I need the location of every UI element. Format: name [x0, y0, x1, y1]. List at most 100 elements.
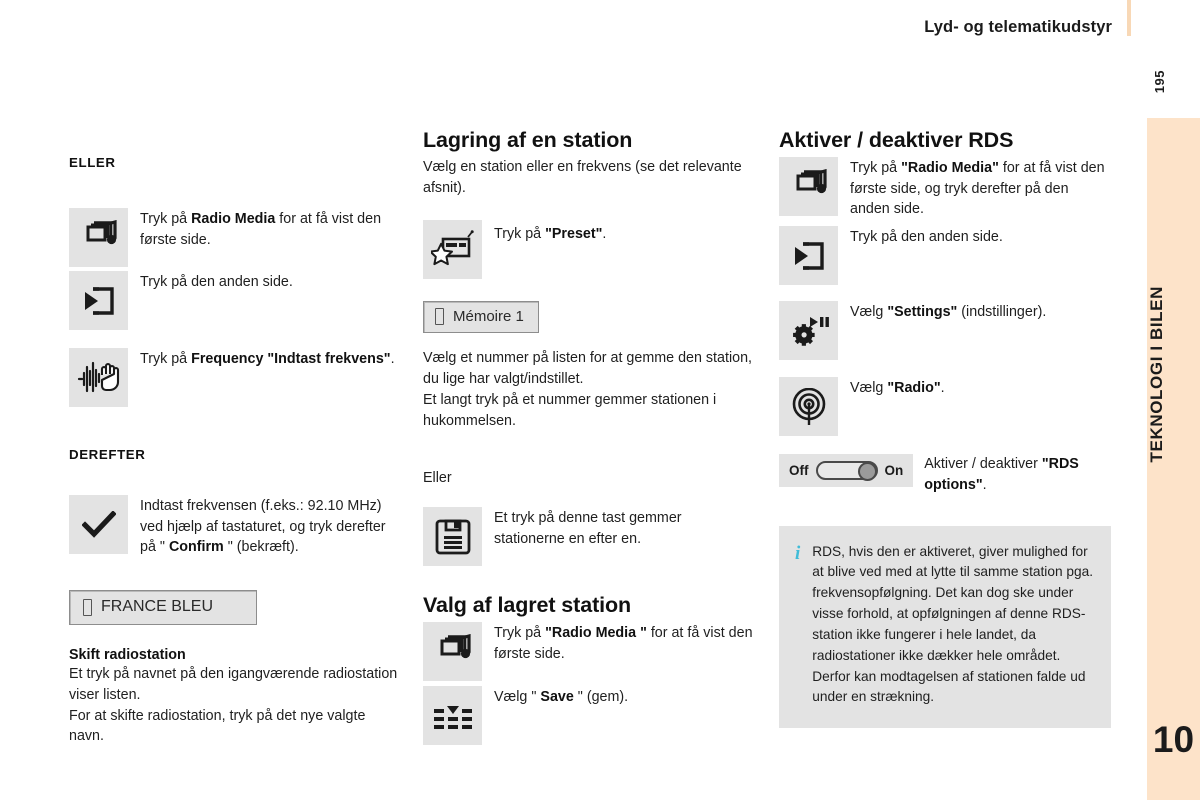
radio-media-icon[interactable] — [69, 208, 128, 267]
list-marker-icon — [435, 308, 444, 326]
settings-gear-icon[interactable] — [779, 301, 838, 361]
text-bold: "Radio" — [887, 380, 941, 397]
text-bold: "Radio Media " — [545, 625, 647, 642]
step-valg-save: Vælg " Save " (gem). — [423, 686, 753, 746]
text-bold: Radio Media — [191, 211, 276, 227]
step-confirm-text: Indtast frekvensen (f.eks.: 92.10 MHz) v… — [140, 495, 399, 558]
list-marker-icon — [83, 598, 92, 616]
radio-antenna-icon[interactable] — [779, 377, 838, 437]
text-suffix: . — [982, 476, 987, 493]
step-valg-save-text: Vælg " Save " (gem). — [494, 686, 628, 708]
section-lead-lagring: Vælg en station eller en frekvens (se de… — [423, 159, 742, 196]
step-rds-radio-media: Tryk på "Radio Media" for at få vist den… — [779, 157, 1111, 220]
toggle-knob[interactable] — [857, 462, 877, 482]
kicker-derefter: DEREFTER — [69, 447, 146, 462]
step-rds-other-side-text: Tryk på den anden side. — [850, 226, 1003, 248]
column-right: Aktiver / deaktiver RDS Tryk på "Radio M… — [779, 128, 1111, 729]
step-other-side-text: Tryk på den anden side. — [140, 271, 293, 293]
text-prefix: Vælg — [850, 380, 888, 397]
step-valg-radio-media: Tryk på "Radio Media " for at få vist de… — [423, 622, 753, 682]
step-rds-toggle: Off On Aktiver / deaktiver "RDS options"… — [779, 454, 1111, 495]
chapter-side-tab-label: TEKNOLOGI I BILEN — [1147, 286, 1166, 463]
manual-page: Lyd- og telematikudstyr 195 TEKNOLOGI I … — [0, 0, 1200, 800]
step-frequency: Tryk på Frequency "Indtast frekvens". — [69, 348, 399, 407]
text-prefix: Vælg — [850, 304, 888, 321]
text-suffix: " (bekræft). — [223, 539, 299, 556]
step-radio-media-text: Tryk på Radio Media for at få vist den f… — [140, 208, 399, 250]
step-frequency-text: Tryk på Frequency "Indtast frekvens". — [140, 348, 395, 370]
paragraph-skift-radiostation: Et tryk på navnet på den igangværende ra… — [69, 666, 398, 745]
text-prefix: Tryk på — [140, 351, 192, 367]
info-icon: i — [795, 542, 801, 564]
radio-media-icon[interactable] — [423, 622, 482, 682]
column-middle: Lagring af en station Vælg en station el… — [423, 128, 753, 746]
radio-media-icon[interactable] — [779, 157, 838, 216]
step-confirm: Indtast frekvensen (f.eks.: 92.10 MHz) v… — [69, 495, 399, 558]
text-prefix: Tryk på den anden side. — [850, 229, 1003, 246]
station-chip-label: FRANCE BLEU — [101, 598, 214, 616]
floppy-disk-icon[interactable] — [423, 507, 482, 567]
info-note-text: RDS, hvis den er aktiveret, giver muligh… — [812, 543, 1094, 705]
chapter-number: 10 — [1152, 719, 1195, 760]
section-title-valg: Valg af lagret station — [423, 593, 632, 618]
step-valg-radio-media-text: Tryk på "Radio Media " for at få vist de… — [494, 622, 753, 664]
step-rds-radio: Vælg "Radio". — [779, 377, 1111, 437]
text-suffix: . — [940, 380, 945, 397]
text-prefix: Tryk på — [494, 625, 546, 642]
step-rds-radio-media-text: Tryk på "Radio Media" for at få vist den… — [850, 157, 1111, 220]
section-title-lagring: Lagring af en station — [423, 128, 633, 152]
text-suffix: (indstillinger). — [957, 304, 1047, 321]
toggle-track[interactable] — [815, 461, 878, 482]
text-prefix: Vælg " — [494, 689, 541, 706]
text-prefix: Et tryk på denne tast gemmer stationerne… — [494, 510, 682, 547]
text-bold: Save — [540, 689, 574, 706]
step-save-one-by-one: Et tryk på denne tast gemmer stationerne… — [423, 507, 753, 567]
text-prefix: Tryk på — [850, 160, 902, 176]
preset-radio-star-icon[interactable] — [423, 220, 482, 280]
memory-chip[interactable]: Mémoire 1 — [423, 301, 539, 334]
text-prefix: Tryk på — [140, 211, 192, 227]
text-bold: "Radio Media" — [901, 160, 999, 176]
paragraph-lagring: Vælg et nummer på listen for at gemme de… — [423, 350, 752, 429]
subhead-skift-radiostation: Skift radiostation — [69, 647, 186, 664]
toggle-off-label: Off — [789, 463, 809, 479]
header-accent-rule — [1127, 0, 1131, 36]
text-suffix: " (gem). — [573, 689, 629, 706]
text-bold: "Preset" — [545, 226, 603, 243]
step-rds-radio-text: Vælg "Radio". — [850, 377, 945, 399]
text-prefix: Tryk på — [494, 226, 546, 243]
text-prefix: Aktiver / deaktiver — [924, 456, 1042, 473]
text-bold: Frequency "Indtast frekvens" — [191, 351, 391, 367]
step-other-side: Tryk på den anden side. — [69, 271, 399, 330]
toggle-on-label: On — [884, 463, 904, 479]
page-number: 195 — [1152, 70, 1167, 94]
other-side-icon[interactable] — [69, 271, 128, 330]
step-rds-toggle-text: Aktiver / deaktiver "RDS options". — [924, 454, 1096, 495]
step-rds-settings: Vælg "Settings" (indstillinger). — [779, 301, 1111, 361]
text-suffix: . — [602, 226, 607, 243]
text-bold: Confirm — [168, 539, 224, 556]
rds-toggle[interactable]: Off On — [779, 454, 914, 488]
step-preset-text: Tryk på "Preset". — [494, 220, 606, 245]
step-preset: Tryk på "Preset". — [423, 220, 753, 280]
checkmark-icon[interactable] — [69, 495, 128, 554]
info-note: i RDS, hvis den er aktiveret, giver muli… — [779, 525, 1111, 729]
chapter-side-tab: TEKNOLOGI I BILEN 10 — [1147, 118, 1200, 800]
text-bold: "Settings" — [887, 304, 958, 321]
step-rds-other-side: Tryk på den anden side. — [779, 226, 1111, 286]
frequency-hand-icon[interactable] — [69, 348, 128, 407]
step-radio-media: Tryk på Radio Media for at få vist den f… — [69, 208, 399, 267]
section-title-rds: Aktiver / deaktiver RDS — [779, 128, 1014, 152]
list-save-icon[interactable] — [423, 686, 482, 746]
step-rds-settings-text: Vælg "Settings" (indstillinger). — [850, 301, 1046, 323]
column-left: ELLER Tryk på Radio Media for at få vist… — [69, 155, 399, 747]
page-title: Lyd- og telematikudstyr — [924, 18, 1112, 36]
step-save-one-by-one-text: Et tryk på denne tast gemmer stationerne… — [494, 507, 753, 549]
other-side-icon[interactable] — [779, 226, 838, 286]
kicker-eller: ELLER — [69, 155, 116, 170]
text-prefix: Tryk på den anden side. — [140, 274, 293, 290]
memory-chip-label: Mémoire 1 — [453, 308, 524, 326]
text-suffix: . — [390, 351, 395, 367]
station-chip-france-bleu[interactable]: FRANCE BLEU — [69, 590, 257, 626]
eller-label: Eller — [423, 470, 452, 487]
